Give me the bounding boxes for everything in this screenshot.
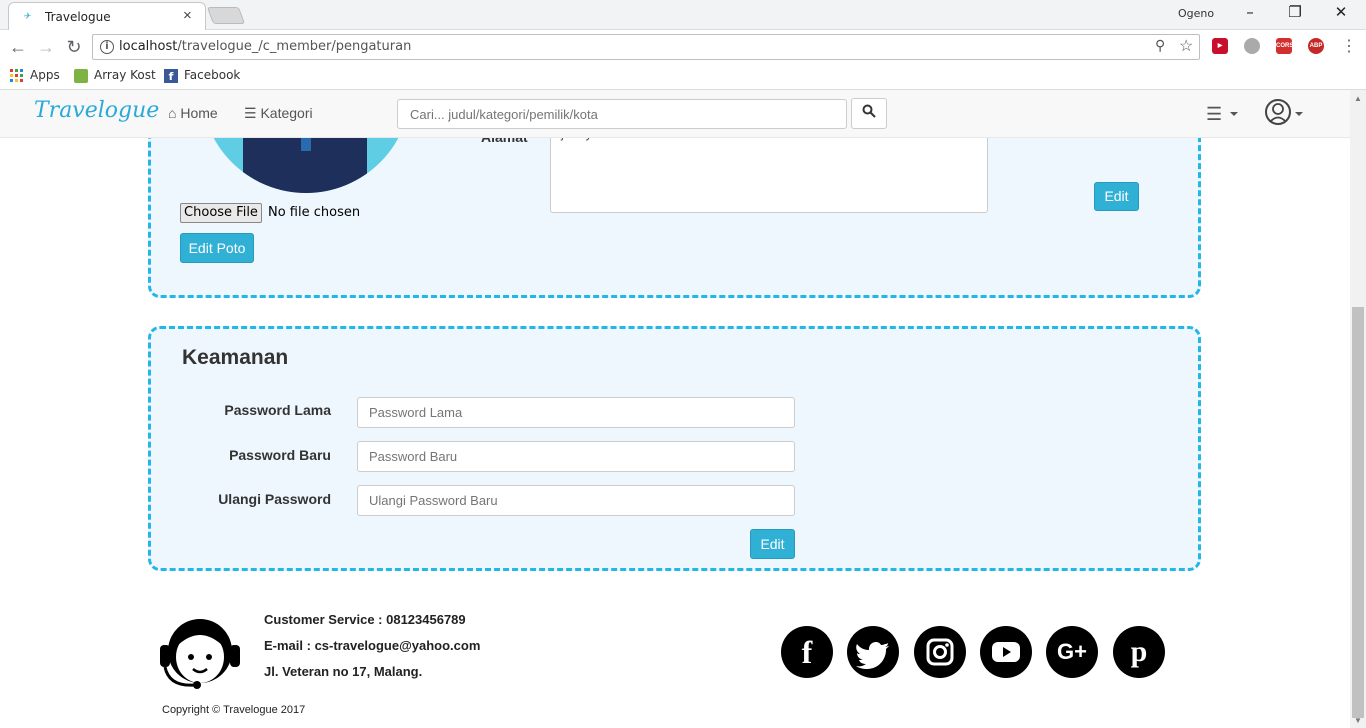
browser-tab-bar: ✈ Travelogue × Ogeno – ❐ ✕	[0, 0, 1366, 30]
nav-home[interactable]: ⌂ Home	[168, 105, 218, 121]
extension-grey-icon[interactable]	[1244, 38, 1260, 54]
security-panel: Keamanan Password Lama Password Baru Ula…	[148, 326, 1201, 571]
nav-kategori[interactable]: ☰ Kategori	[244, 105, 313, 122]
site-navbar: Travelogue ⌂ Home ☰ Kategori ☰	[0, 90, 1350, 138]
footer-copyright: Copyright © Travelogue 2017	[162, 704, 306, 716]
bookmark-facebook[interactable]: f Facebook	[164, 68, 240, 83]
facebook-favicon-icon: f	[164, 68, 178, 83]
reload-icon[interactable]: ↻	[63, 36, 85, 58]
twitter-icon[interactable]	[847, 626, 899, 678]
user-avatar-icon[interactable]	[1265, 99, 1291, 125]
instagram-icon[interactable]	[914, 626, 966, 678]
address-bar[interactable]: i localhost/travelogue_/c_member/pengatu…	[92, 34, 1200, 60]
url-text: localhost/travelogue_/c_member/pengatura…	[119, 39, 411, 54]
scroll-down-icon[interactable]: ▼	[1354, 716, 1362, 725]
choose-file-button[interactable]: Choose File	[180, 203, 262, 223]
minimize-button[interactable]: –	[1235, 3, 1265, 25]
scroll-up-icon[interactable]: ▲	[1354, 94, 1362, 103]
forward-icon[interactable]: →	[35, 36, 57, 58]
back-icon[interactable]: ←	[7, 36, 29, 58]
old-password-input[interactable]	[357, 397, 795, 428]
browser-tab[interactable]: ✈ Travelogue ×	[8, 2, 206, 30]
bookmarks-bar: Apps Array Kost f Facebook	[0, 64, 1366, 90]
repeat-password-input[interactable]	[357, 485, 795, 516]
chrome-menu-icon[interactable]: ⋮	[1338, 36, 1360, 58]
hamburger-menu-icon[interactable]: ☰	[1206, 104, 1222, 125]
file-status-text: No file chosen	[268, 205, 361, 220]
home-icon: ⌂	[168, 105, 177, 121]
new-password-label: Password Baru	[229, 447, 331, 463]
cors-extension-icon[interactable]: CORS	[1276, 38, 1293, 54]
bookmark-star-icon[interactable]: ☆	[1179, 36, 1193, 56]
zoom-icon[interactable]: ⚲	[1155, 37, 1165, 54]
tab-title: Travelogue	[45, 10, 111, 24]
bookmark-apps-label: Apps	[30, 68, 60, 82]
scroll-thumb[interactable]	[1352, 307, 1364, 718]
bookmark-array-kost[interactable]: Array Kost	[74, 68, 156, 83]
url-host: localhost	[119, 39, 178, 54]
new-tab-button[interactable]	[206, 7, 246, 24]
browser-profile-name[interactable]: Ogeno	[1178, 7, 1214, 20]
menu-caret-icon	[1230, 112, 1238, 116]
repeat-password-label: Ulangi Password	[218, 491, 331, 507]
site-info-icon[interactable]: i	[100, 40, 114, 54]
google-plus-icon[interactable]: G+	[1046, 626, 1098, 678]
bookmark-apps[interactable]: Apps	[10, 68, 60, 83]
facebook-icon[interactable]: f	[781, 626, 833, 678]
adblock-extension-icon[interactable]: ABP	[1308, 38, 1324, 54]
extension-red-icon[interactable]: ▶	[1212, 38, 1228, 54]
nav-kategori-label: Kategori	[260, 105, 313, 121]
footer-email: E-mail : cs-travelogue@yahoo.com	[264, 638, 481, 653]
footer-address: Jl. Veteran no 17, Malang.	[264, 664, 423, 679]
user-caret-icon	[1295, 112, 1303, 116]
browser-toolbar: ← → ↻ i localhost/travelogue_/c_member/p…	[0, 30, 1366, 64]
travelogue-logo[interactable]: Travelogue	[34, 98, 159, 123]
security-title: Keamanan	[182, 346, 289, 369]
page-scrollbar[interactable]: ▲ ▼	[1350, 90, 1366, 728]
pinterest-icon[interactable]: p	[1113, 626, 1165, 678]
bookmark-facebook-label: Facebook	[184, 68, 241, 82]
search-input[interactable]	[397, 99, 847, 129]
close-window-button[interactable]: ✕	[1326, 3, 1356, 25]
old-password-label: Password Lama	[224, 402, 331, 418]
edit-password-button[interactable]: Edit	[750, 529, 795, 559]
edit-photo-button[interactable]: Edit Poto	[180, 233, 254, 263]
page-viewport: Alamat jl. raya no 15a Edit Choose File …	[0, 90, 1350, 728]
footer-customer-service: Customer Service : 08123456789	[264, 612, 466, 627]
nav-home-label: Home	[180, 105, 218, 121]
close-tab-icon[interactable]: ×	[183, 7, 192, 24]
travelogue-favicon-icon: ✈	[23, 11, 31, 21]
bookmark-array-kost-label: Array Kost	[94, 68, 156, 82]
url-path: /travelogue_/c_member/pengaturan	[177, 39, 412, 54]
array-kost-icon	[74, 68, 88, 83]
customer-service-icon	[160, 619, 240, 689]
search-icon	[862, 104, 876, 118]
apps-grid-icon	[10, 68, 23, 82]
edit-profile-button[interactable]: Edit	[1094, 182, 1139, 211]
youtube-icon[interactable]	[980, 626, 1032, 678]
new-password-input[interactable]	[357, 441, 795, 472]
search-button[interactable]	[851, 98, 887, 129]
list-icon: ☰	[244, 105, 257, 121]
restore-button[interactable]: ❐	[1280, 3, 1310, 25]
